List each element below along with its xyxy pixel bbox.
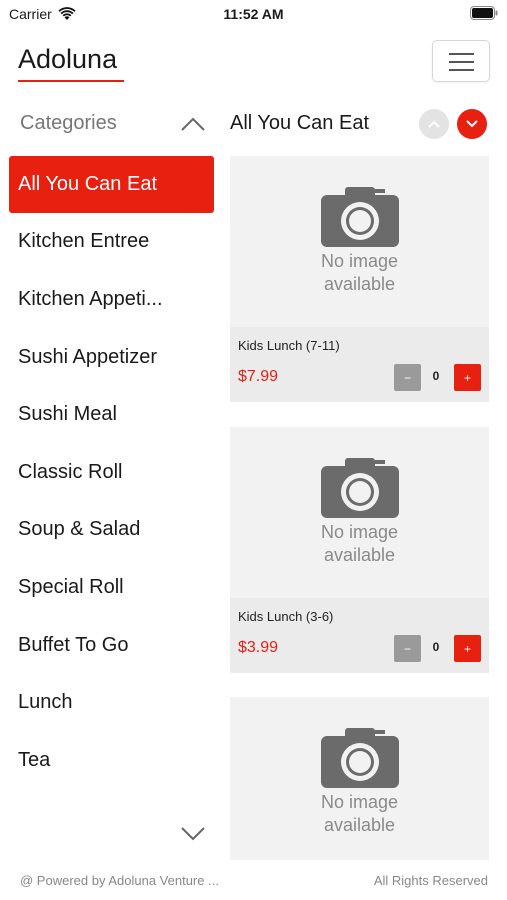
category-label: Buffet To Go [18, 634, 129, 656]
scroll-down-button[interactable] [457, 109, 487, 139]
product-list: All You Can Eat No image available Kids … [230, 96, 500, 860]
section-title: All You Can Eat [230, 112, 369, 134]
increase-quantity-button[interactable]: + [454, 364, 481, 391]
increase-quantity-button[interactable]: + [454, 635, 481, 662]
status-bar: Carrier 11:52 AM [0, 0, 507, 28]
hamburger-icon [449, 69, 474, 71]
category-item-sushi-appetizer[interactable]: Sushi Appetizer [9, 329, 214, 386]
category-label: Lunch [18, 691, 73, 713]
decrease-quantity-button[interactable]: − [394, 364, 421, 391]
category-label: Kitchen Appeti... [18, 288, 163, 310]
rights-text: All Rights Reserved [373, 873, 488, 888]
product-image-placeholder: No image available [230, 156, 489, 327]
category-item-kitchen-entree[interactable]: Kitchen Entree [9, 213, 214, 270]
product-card[interactable]: No image available Kids Lunch (3-6) $3.9… [230, 427, 489, 673]
decrease-quantity-button[interactable]: − [394, 635, 421, 662]
quantity-value: 0 [432, 640, 440, 654]
category-item-all-you-can-eat[interactable]: All You Can Eat [9, 156, 214, 213]
camera-icon [321, 458, 399, 518]
product-card[interactable]: No image available Kids Lunch (7-11) $7.… [230, 156, 489, 402]
category-label: Special Roll [18, 576, 124, 598]
chevron-down-icon [466, 120, 478, 128]
category-item-classic-roll[interactable]: Classic Roll [9, 444, 214, 501]
hamburger-icon [449, 61, 474, 63]
product-info: Kids Lunch (3-6) $3.99 − 0 + [230, 598, 489, 673]
product-image-placeholder: No image available [230, 427, 489, 598]
scroll-up-button[interactable] [419, 109, 449, 139]
brand-title[interactable]: Adoluna [18, 44, 117, 75]
category-item-special-roll[interactable]: Special Roll [9, 559, 214, 616]
footer: @ Powered by Adoluna Venture ... All Rig… [0, 860, 507, 900]
category-label: Soup & Salad [18, 518, 141, 540]
quantity-value: 0 [432, 369, 440, 383]
product-price: $3.99 [238, 639, 279, 656]
product-image-placeholder: No image available [230, 697, 489, 860]
chevron-up-icon[interactable] [180, 116, 206, 132]
category-item-sushi-meal[interactable]: Sushi Meal [9, 386, 214, 443]
no-image-text: available [323, 815, 396, 835]
category-label: Classic Roll [18, 461, 123, 483]
category-item-buffet-to-go[interactable]: Buffet To Go [9, 617, 214, 674]
category-label: Sushi Appetizer [18, 346, 157, 368]
category-sidebar: Categories All You Can Eat Kitchen Entre… [0, 96, 222, 856]
app-header: Adoluna [0, 28, 507, 96]
category-label: Kitchen Entree [18, 230, 150, 252]
chevron-down-icon[interactable] [180, 826, 206, 842]
camera-icon [321, 187, 399, 247]
hamburger-icon [449, 53, 474, 55]
no-image-text: available [323, 545, 396, 565]
product-name: Kids Lunch (3-6) [238, 609, 334, 624]
battery-icon [470, 6, 498, 20]
powered-by-text[interactable]: @ Powered by Adoluna Venture ... [20, 873, 219, 888]
categories-heading: Categories [20, 112, 117, 134]
category-label: Tea [18, 749, 51, 771]
category-item-kitchen-appetizer[interactable]: Kitchen Appeti... [9, 271, 214, 328]
product-name: Kids Lunch (7-11) [238, 338, 340, 353]
no-image-text: No image [320, 251, 399, 271]
product-info: Kids Lunch (7-11) $7.99 − 0 + [230, 327, 489, 402]
category-label: Sushi Meal [18, 403, 117, 425]
category-label: All You Can Eat [18, 173, 157, 195]
no-image-text: No image [320, 792, 399, 812]
no-image-text: No image [320, 522, 399, 542]
category-item-tea[interactable]: Tea [9, 732, 214, 789]
category-item-soup-salad[interactable]: Soup & Salad [9, 501, 214, 558]
camera-icon [321, 728, 399, 788]
product-card[interactable]: No image available [230, 697, 489, 860]
clock: 11:52 AM [223, 6, 284, 22]
chevron-up-icon [428, 120, 440, 128]
category-item-lunch[interactable]: Lunch [9, 674, 214, 731]
brand-underline [18, 80, 124, 82]
product-price: $7.99 [238, 368, 279, 385]
menu-button[interactable] [432, 40, 490, 82]
no-image-text: available [323, 274, 396, 294]
